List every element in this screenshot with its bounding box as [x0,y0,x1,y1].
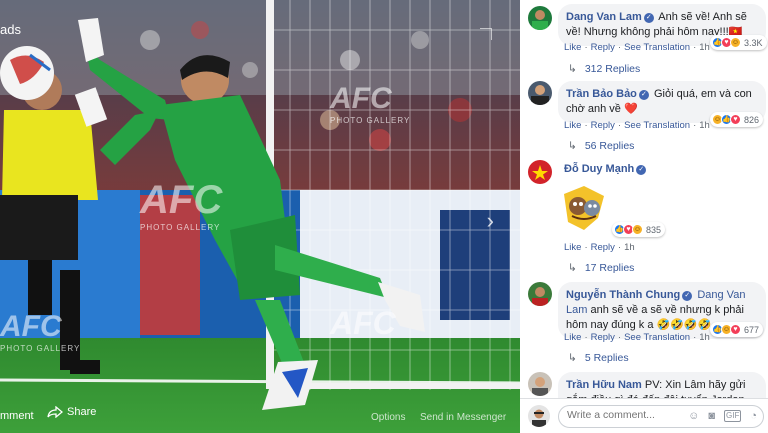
afc-watermark: AFC PHOTO GALLERY [0,310,81,353]
avatar[interactable] [528,372,552,396]
reaction-summary[interactable]: 👍 ☺ ♥ 677 [710,322,764,337]
reply-link[interactable]: Reply [591,42,615,53]
comment-author[interactable]: Dang Van Lam [566,11,642,23]
reaction-summary[interactable]: 👍 ♥ ☺ 835 [612,222,666,237]
comment-actions: Like · Reply · See Translation · 1h [564,42,710,53]
photo-viewer[interactable]: ads › AFC PHOTO GALLERY AFC PHOTO GALLER… [0,0,520,433]
see-translation-link[interactable]: See Translation [624,332,690,343]
comment-composer: ☺ ◙ GIF ◔ [520,398,768,433]
love-reaction-icon: ♥ [730,324,741,335]
sticker-icon[interactable]: ◔ [750,410,757,422]
view-replies-link[interactable]: ↳ 5 Replies [568,352,629,364]
photo-action-bar: mment Share Options Send in Messenger [0,397,520,433]
reaction-count: 3.3K [744,37,763,48]
haha-reaction-icon: ☺ [632,224,643,235]
send-in-messenger-button[interactable]: Send in Messenger [420,412,506,423]
avatar[interactable] [528,405,550,427]
reply-arrow-icon: ↳ [568,140,577,152]
like-link[interactable]: Like [564,332,581,343]
view-replies-link[interactable]: ↳ 56 Replies [568,140,634,152]
comment-input[interactable] [567,409,687,421]
options-button[interactable]: Options [371,412,405,423]
comments-panel: Dang Van Lam ✓ Anh sẽ về! Anh sẽ về! Nhưn… [520,0,768,433]
reply-link[interactable]: Reply [591,120,615,131]
match-photo [0,0,520,433]
comment-actions: Like · Reply · See Translation · 1h [564,332,710,343]
avatar[interactable] [528,160,552,184]
like-link[interactable]: Like [564,42,581,53]
verified-icon: ✓ [643,13,654,23]
comment-time[interactable]: 1h [699,42,710,53]
avatar[interactable] [528,282,552,306]
haha-reaction-icon: ☺ [730,37,741,48]
composer-icons: ☺ ◙ GIF ◔ [688,410,757,422]
reply-arrow-icon: ↳ [568,352,577,364]
see-translation-link[interactable]: See Translation [624,42,690,53]
see-translation-link[interactable]: See Translation [624,120,690,131]
next-photo-arrow-icon[interactable]: › [487,208,494,234]
afc-watermark: AFC [330,305,396,341]
replies-count: 17 Replies [584,262,635,274]
replies-count: 5 Replies [584,352,629,364]
ads-label: ads [0,22,21,37]
reply-link[interactable]: Reply [591,242,615,253]
reply-arrow-icon: ↳ [568,262,577,274]
comment-actions: Like · Reply · See Translation · 1h [564,120,710,131]
reply-arrow-icon: ↳ [568,63,577,75]
comment-actions: Like · Reply · 1h [564,242,635,253]
comment-time[interactable]: 1h [699,332,710,343]
reply-link[interactable]: Reply [591,332,615,343]
expand-icon[interactable] [480,28,492,40]
reaction-summary[interactable]: ☺ 👍 ♥ 826 [710,112,764,127]
view-replies-link[interactable]: ↳ 17 Replies [568,262,634,274]
verified-icon: ✓ [682,291,693,301]
comment-time[interactable]: 1h [624,242,635,253]
reaction-count: 835 [646,224,662,235]
comment-author[interactable]: Nguyễn Thành Chung [566,289,680,301]
share-icon [47,406,63,418]
reaction-summary[interactable]: 👍 ♥ ☺ 3.3K [710,35,767,50]
replies-count: 56 Replies [584,140,635,152]
gif-icon[interactable]: GIF [724,410,742,422]
verified-icon: ✓ [638,90,649,100]
reaction-count: 826 [744,114,760,125]
avatar[interactable] [528,81,552,105]
afc-watermark: AFC PHOTO GALLERY [140,178,223,232]
like-link[interactable]: Like [564,120,581,131]
share-button[interactable]: Share [47,406,96,418]
comment-input-box[interactable]: ☺ ◙ GIF ◔ [558,405,764,428]
avatar[interactable] [528,6,552,30]
comment-author[interactable]: Trần Bảo Bảo [566,88,637,100]
comment-author[interactable]: Trần Hữu Nam [566,379,642,391]
camera-icon[interactable]: ◙ [708,410,715,422]
view-replies-link[interactable]: ↳ 312 Replies [568,63,640,75]
comment-header: Đỗ Duy Mạnh ✓ [564,163,648,175]
share-label: Share [67,406,97,418]
comment-time[interactable]: 1h [699,120,710,131]
replies-count: 312 Replies [584,63,641,75]
love-reaction-icon: ♥ [730,114,741,125]
tom-and-jerry-sticker [564,186,604,230]
comment-button[interactable]: mment [0,410,34,422]
emoji-icon[interactable]: ☺ [688,410,699,422]
comment-author[interactable]: Đỗ Duy Mạnh [564,163,634,175]
afc-watermark: AFC PHOTO GALLERY [330,82,411,125]
like-link[interactable]: Like [564,242,581,253]
reaction-count: 677 [744,324,760,335]
verified-icon: ✓ [636,165,647,175]
